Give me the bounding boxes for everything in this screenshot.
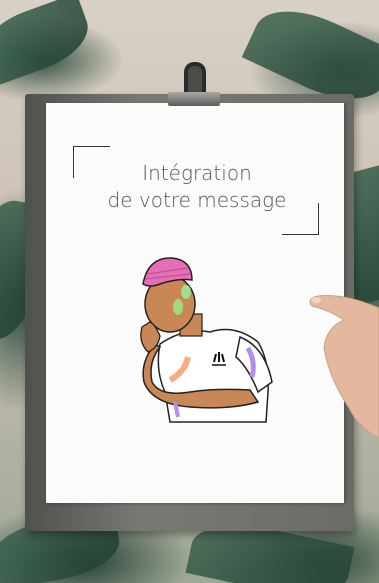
headline-line-2: de votre message — [107, 188, 287, 212]
ear-highlight — [181, 285, 191, 299]
holding-hand — [309, 295, 379, 438]
message-headline: Intégration de votre message — [92, 160, 302, 214]
clip-base — [168, 92, 220, 106]
headline-line-1: Intégration — [142, 161, 252, 185]
man-in-beanie-illustration — [140, 257, 273, 423]
cheek-highlight — [173, 299, 183, 315]
